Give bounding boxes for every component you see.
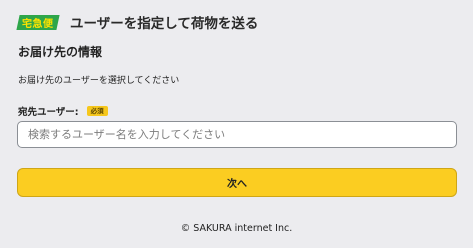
instruction-text: お届け先のユーザーを選択してください [18, 76, 180, 86]
recipient-field-label: 宛先ユーザー: [18, 107, 79, 118]
takkyubin-logo: 宅急便 [16, 14, 60, 30]
page-title: ユーザーを指定して荷物を送る [70, 16, 259, 32]
copyright-footer: © SAKURA internet Inc. [180, 223, 293, 234]
header: 宅急便 ユーザーを指定して荷物を送る [16, 12, 259, 32]
section-title: お届け先の情報 [18, 45, 103, 59]
logo-text: 宅急便 [22, 18, 54, 30]
required-badge: 必須 [86, 105, 108, 117]
next-button[interactable]: 次へ [17, 168, 457, 197]
page: 宅急便 ユーザーを指定して荷物を送る お届け先の情報 お届け先のユーザーを選択し… [0, 0, 473, 248]
recipient-field-label-row: 宛先ユーザー: 必須 [18, 104, 108, 118]
user-search-input[interactable] [17, 121, 457, 148]
